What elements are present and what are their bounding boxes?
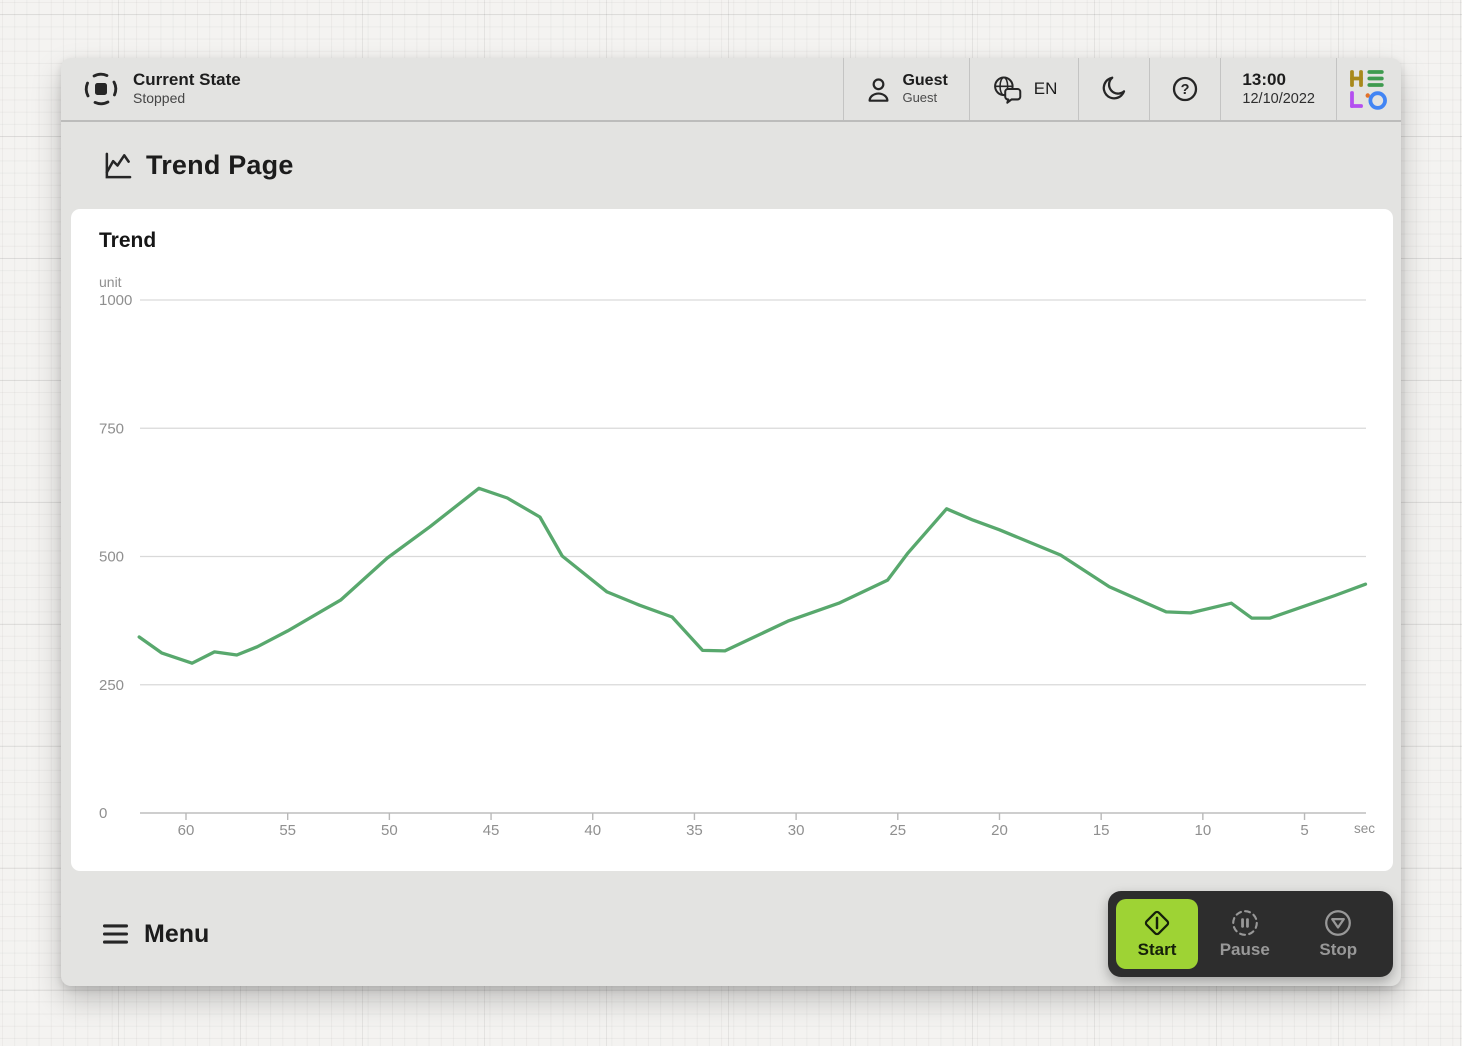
language-label: EN: [1033, 79, 1058, 98]
app-window: Current State Stopped Guest Guest EN ? 1…: [61, 58, 1401, 986]
svg-text:30: 30: [788, 822, 805, 839]
current-state-title: Current State: [133, 70, 241, 90]
svg-text:10: 10: [1195, 822, 1212, 839]
user-name: Guest: [902, 72, 948, 90]
helio-logo: [1336, 58, 1401, 120]
svg-text:?: ?: [1181, 82, 1190, 98]
start-button[interactable]: Start: [1116, 899, 1198, 969]
page-title: Trend Page: [146, 150, 294, 180]
time-value: 13:00: [1242, 69, 1286, 89]
svg-text:5: 5: [1300, 822, 1308, 839]
language-globe-icon: [991, 74, 1024, 105]
svg-text:60: 60: [178, 822, 195, 839]
user-button[interactable]: Guest Guest: [843, 58, 968, 120]
top-bar-actions: Guest Guest EN ? 13:00 12/10/2022: [843, 58, 1401, 120]
svg-text:45: 45: [483, 822, 500, 839]
help-icon: ?: [1171, 75, 1199, 103]
language-button[interactable]: EN: [968, 58, 1079, 120]
trend-chart: unit 1000 750 500 250 0 60 55 50 45 40 35 30 25 20 15 10…: [99, 274, 1375, 839]
start-label: Start: [1137, 940, 1177, 959]
svg-text:25: 25: [889, 822, 906, 839]
current-state: Current State Stopped: [61, 58, 843, 120]
svg-text:750: 750: [99, 420, 124, 437]
date-value: 12/10/2022: [1242, 91, 1315, 108]
bottom-bar: Menu Start Pause Stop: [61, 871, 1401, 986]
svg-text:0: 0: [99, 805, 107, 822]
run-control-panel: Start Pause Stop: [1108, 891, 1393, 977]
svg-text:55: 55: [279, 822, 296, 839]
user-icon: [865, 76, 892, 103]
hamburger-icon: [102, 923, 129, 945]
trend-card: Trend unit 1000 750 500 250 0 60 55 50 45 40 35 30 25…: [71, 209, 1393, 871]
start-icon: [1142, 908, 1172, 938]
svg-text:15: 15: [1093, 822, 1110, 839]
stop-icon: [1323, 908, 1353, 938]
stop-button[interactable]: Stop: [1292, 899, 1386, 969]
pause-button[interactable]: Pause: [1198, 899, 1292, 969]
clock: 13:00 12/10/2022: [1220, 58, 1336, 120]
menu-button[interactable]: Menu: [102, 920, 209, 949]
current-state-value: Stopped: [133, 90, 186, 107]
moon-icon: [1100, 75, 1128, 103]
svg-text:35: 35: [686, 822, 703, 839]
svg-text:1000: 1000: [99, 292, 132, 309]
page-header: Trend Page: [61, 122, 1401, 209]
dark-mode-button[interactable]: [1078, 58, 1149, 120]
help-button[interactable]: ?: [1149, 58, 1220, 120]
pause-icon: [1230, 908, 1260, 938]
pause-label: Pause: [1219, 940, 1270, 959]
svg-text:50: 50: [381, 822, 398, 839]
svg-text:500: 500: [99, 549, 124, 566]
user-role: Guest: [902, 90, 938, 106]
menu-label: Menu: [144, 919, 210, 948]
svg-text:40: 40: [584, 822, 601, 839]
stopped-state-icon: [82, 70, 120, 108]
top-bar: Current State Stopped Guest Guest EN ? 1…: [61, 58, 1401, 122]
svg-text:unit: unit: [99, 274, 122, 290]
svg-text:sec: sec: [1354, 821, 1375, 836]
svg-text:250: 250: [99, 677, 124, 694]
svg-text:20: 20: [991, 822, 1008, 839]
trend-chart-icon: [102, 151, 133, 180]
stop-label: Stop: [1319, 940, 1358, 959]
